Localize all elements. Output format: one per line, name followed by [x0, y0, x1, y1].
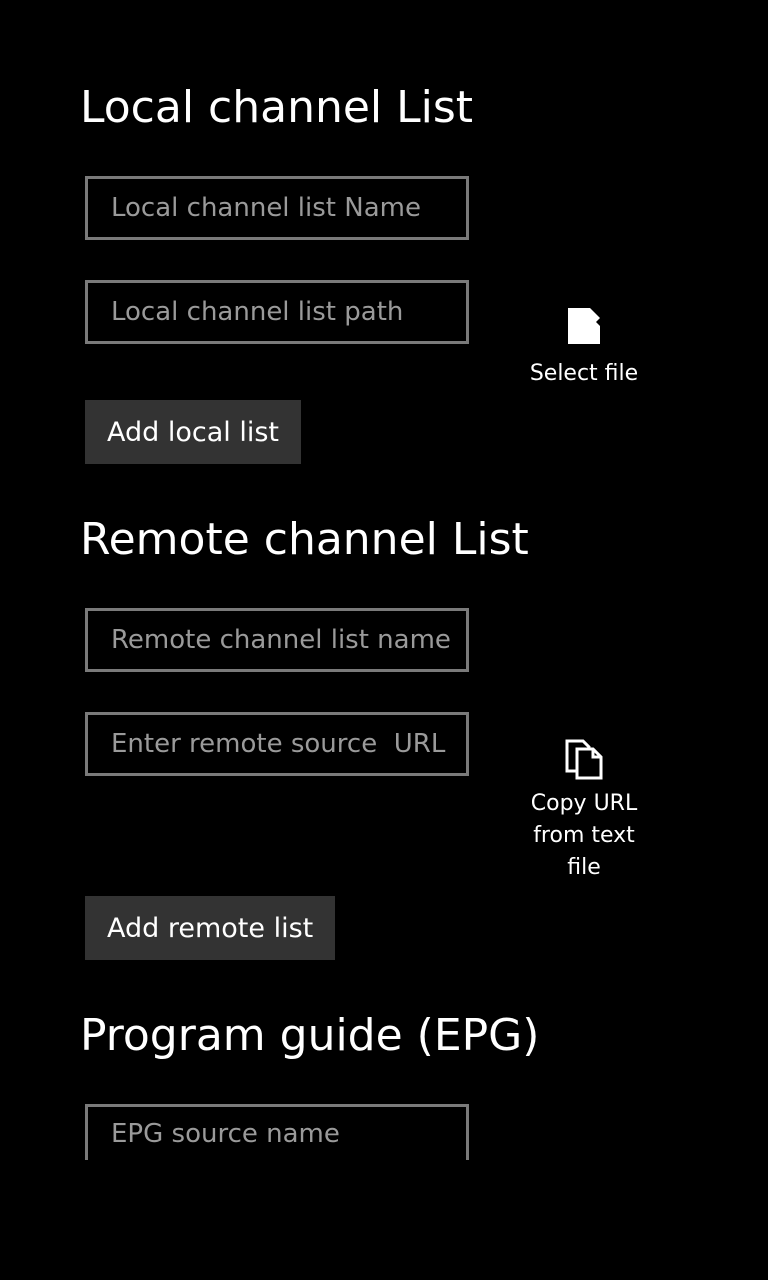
remote-channel-list-heading: Remote channel List: [80, 514, 529, 565]
remote-list-name-input[interactable]: [85, 608, 469, 672]
add-remote-list-button[interactable]: Add remote list: [85, 896, 336, 960]
copy-url-from-file-button[interactable]: Copy URL from text file: [509, 738, 659, 884]
add-local-list-button[interactable]: Add local list: [85, 400, 302, 464]
copy-icon: [565, 739, 603, 780]
copy-url-label: Copy URL from text file: [530, 791, 638, 880]
local-list-path-input[interactable]: [85, 280, 469, 344]
local-channel-list-heading: Local channel List: [80, 82, 474, 133]
epg-source-name-input[interactable]: [85, 1104, 469, 1160]
select-file-button[interactable]: Select file: [509, 306, 659, 390]
program-guide-heading: Program guide (EPG): [80, 1010, 540, 1061]
sd-card-icon: [568, 308, 600, 344]
remote-source-url-input[interactable]: [85, 712, 469, 776]
local-list-name-input[interactable]: [85, 176, 469, 240]
select-file-label: Select file: [529, 361, 639, 386]
